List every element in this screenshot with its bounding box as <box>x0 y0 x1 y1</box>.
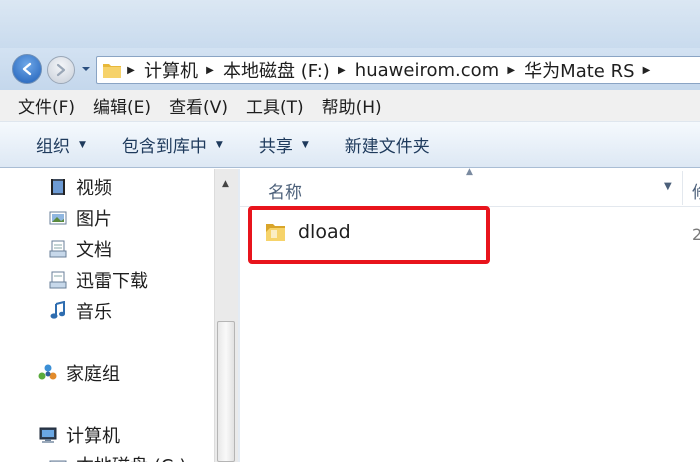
forward-arrow-icon <box>56 63 66 77</box>
breadcrumb-arrow-icon[interactable]: ▶ <box>333 65 351 76</box>
download-library-icon <box>49 271 67 289</box>
file-list-pane: ▲ 名称 ▼ 修 dload 2 <box>240 167 700 462</box>
homegroup-icon <box>38 364 57 380</box>
documents-library-icon <box>49 240 67 258</box>
address-row: ▶ 计算机 ▶ 本地磁盘 (F:) ▶ huaweirom.com ▶ 华为Ma… <box>0 48 700 90</box>
menu-bar: 文件(F) 编辑(E) 查看(V) 工具(T) 帮助(H) <box>0 90 700 122</box>
local-disk-icon <box>49 460 67 462</box>
breadcrumb-label[interactable]: 华为Mate RS <box>520 57 637 83</box>
nav-item-computer[interactable]: 计算机 <box>38 422 120 448</box>
scrollbar-thumb[interactable] <box>217 321 235 462</box>
pictures-library-icon <box>49 211 67 225</box>
nav-item-pictures[interactable]: 图片 <box>48 205 112 231</box>
folder-icon <box>103 64 121 78</box>
nav-item-homegroup[interactable]: 家庭组 <box>38 360 120 386</box>
breadcrumb-label[interactable]: 计算机 <box>140 57 201 83</box>
menu-view[interactable]: 查看(V) <box>160 93 237 118</box>
video-library-icon <box>51 179 65 195</box>
command-label: 组织 <box>36 137 70 157</box>
forward-button[interactable] <box>47 56 75 84</box>
nav-item-documents[interactable]: 文档 <box>48 236 112 262</box>
nav-item-label: 计算机 <box>66 426 120 447</box>
breadcrumb-arrow-icon[interactable]: ▶ <box>201 65 219 76</box>
breadcrumb-arrow-icon[interactable]: ▶ <box>502 65 520 76</box>
breadcrumb-segment[interactable]: ▶ huaweirom.com <box>333 57 502 83</box>
menu-tools[interactable]: 工具(T) <box>237 93 313 118</box>
file-date: 2 <box>692 225 700 244</box>
music-library-icon <box>50 301 65 319</box>
nav-item-music[interactable]: 音乐 <box>48 298 112 324</box>
new-folder-button[interactable]: 新建文件夹 <box>327 122 448 167</box>
recent-pages-chevron-icon[interactable] <box>81 62 91 76</box>
dropdown-caret-icon: ▼ <box>215 139 223 150</box>
nav-item-label: 图片 <box>76 209 112 230</box>
nav-item-label: 音乐 <box>76 302 112 323</box>
dropdown-caret-icon: ▼ <box>301 139 309 150</box>
window-title-bar <box>0 0 700 48</box>
breadcrumb-segment[interactable]: ▶ 计算机 <box>122 57 201 83</box>
nav-item-label: 文档 <box>76 240 112 261</box>
breadcrumb-arrow-icon[interactable]: ▶ <box>638 65 656 76</box>
column-header-name[interactable]: 名称 <box>268 178 302 203</box>
menu-help[interactable]: 帮助(H) <box>313 93 391 118</box>
command-label: 共享 <box>258 137 293 157</box>
nav-item-label: 本地磁盘 (C:) <box>76 452 186 462</box>
share-button[interactable]: 共享 ▼ <box>241 122 327 167</box>
organize-button[interactable]: 组织 ▼ <box>0 122 104 167</box>
column-filter-chevron-icon[interactable]: ▼ <box>664 181 672 192</box>
back-button[interactable] <box>12 54 42 84</box>
nav-item-label: 视频 <box>76 178 112 199</box>
back-arrow-icon <box>22 62 32 76</box>
address-bar[interactable]: ▶ 计算机 ▶ 本地磁盘 (F:) ▶ huaweirom.com ▶ 华为Ma… <box>96 56 700 84</box>
breadcrumb-arrow-icon[interactable]: ▶ <box>122 65 140 76</box>
navigation-pane: 视频 图片 文档 迅雷下载 音乐 家庭组 计算机 <box>0 169 214 462</box>
menu-file[interactable]: 文件(F) <box>0 93 84 118</box>
navigation-scrollbar[interactable]: ▲ <box>214 169 238 462</box>
breadcrumb-segment[interactable]: ▶ 本地磁盘 (F:) <box>201 57 333 83</box>
breadcrumb-segment[interactable]: ▶ <box>638 57 656 83</box>
nav-item-local-disk-c[interactable]: 本地磁盘 (C:) <box>48 452 186 462</box>
nav-item-videos[interactable]: 视频 <box>48 174 112 200</box>
command-bar: 组织 ▼ 包含到库中 ▼ 共享 ▼ 新建文件夹 <box>0 122 700 168</box>
command-label: 新建文件夹 <box>344 137 430 157</box>
column-header-date[interactable]: 修 <box>692 178 700 203</box>
menu-edit[interactable]: 编辑(E) <box>84 93 160 118</box>
command-label: 包含到库中 <box>121 137 207 157</box>
scroll-up-arrow-icon[interactable]: ▲ <box>222 179 229 189</box>
breadcrumb-label[interactable]: huaweirom.com <box>351 60 502 81</box>
computer-icon <box>39 427 57 443</box>
include-in-library-button[interactable]: 包含到库中 ▼ <box>104 122 241 167</box>
nav-item-label: 家庭组 <box>66 364 120 385</box>
nav-item-downloads[interactable]: 迅雷下载 <box>48 267 148 293</box>
sort-indicator-icon: ▲ <box>466 167 473 177</box>
dropdown-caret-icon: ▼ <box>79 139 86 150</box>
breadcrumb-label[interactable]: 本地磁盘 (F:) <box>219 57 333 83</box>
nav-item-label: 迅雷下载 <box>76 271 148 292</box>
column-header-row: ▲ 名称 ▼ 修 <box>240 167 700 207</box>
highlight-annotation <box>248 206 490 264</box>
breadcrumb-segment[interactable]: ▶ 华为Mate RS <box>502 57 637 83</box>
column-separator[interactable] <box>682 171 683 205</box>
